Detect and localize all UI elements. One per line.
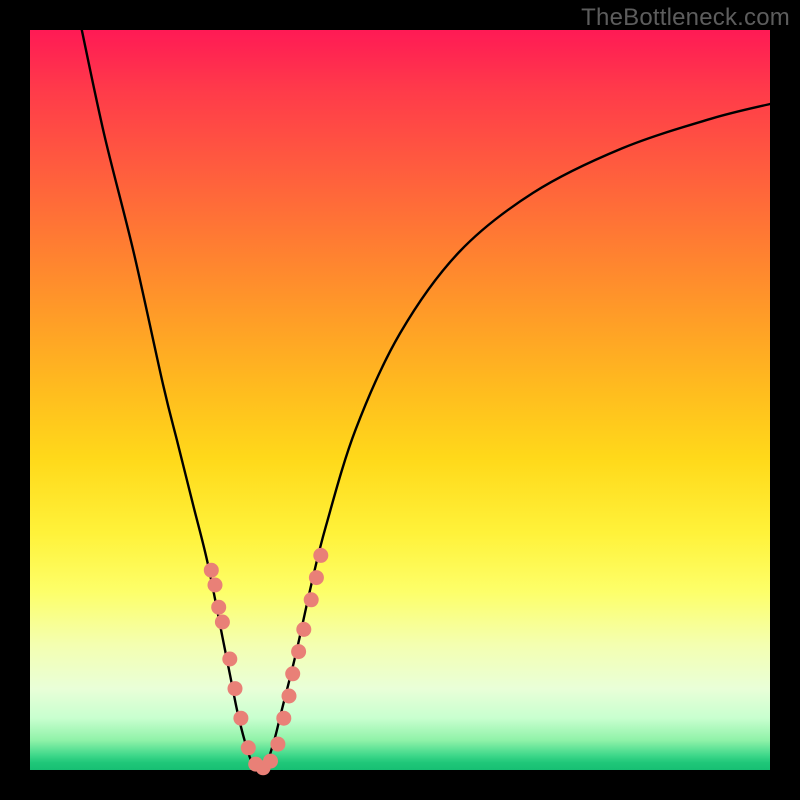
data-point [228,681,243,696]
data-point [276,711,291,726]
data-point [208,578,223,593]
chart-frame: TheBottleneck.com [0,0,800,800]
plot-area [30,30,770,770]
data-point [270,737,285,752]
data-point [291,644,306,659]
data-point [282,689,297,704]
data-point [215,615,230,630]
curve-layer [30,30,770,770]
data-point [285,666,300,681]
data-point [296,622,311,637]
data-points [204,548,328,775]
data-point [304,592,319,607]
data-point [233,711,248,726]
data-point [241,740,256,755]
data-point [263,754,278,769]
data-point [313,548,328,563]
watermark-text: TheBottleneck.com [581,4,790,32]
data-point [211,600,226,615]
data-point [309,570,324,585]
data-point [204,563,219,578]
data-point [222,652,237,667]
bottleneck-curve [82,30,770,770]
